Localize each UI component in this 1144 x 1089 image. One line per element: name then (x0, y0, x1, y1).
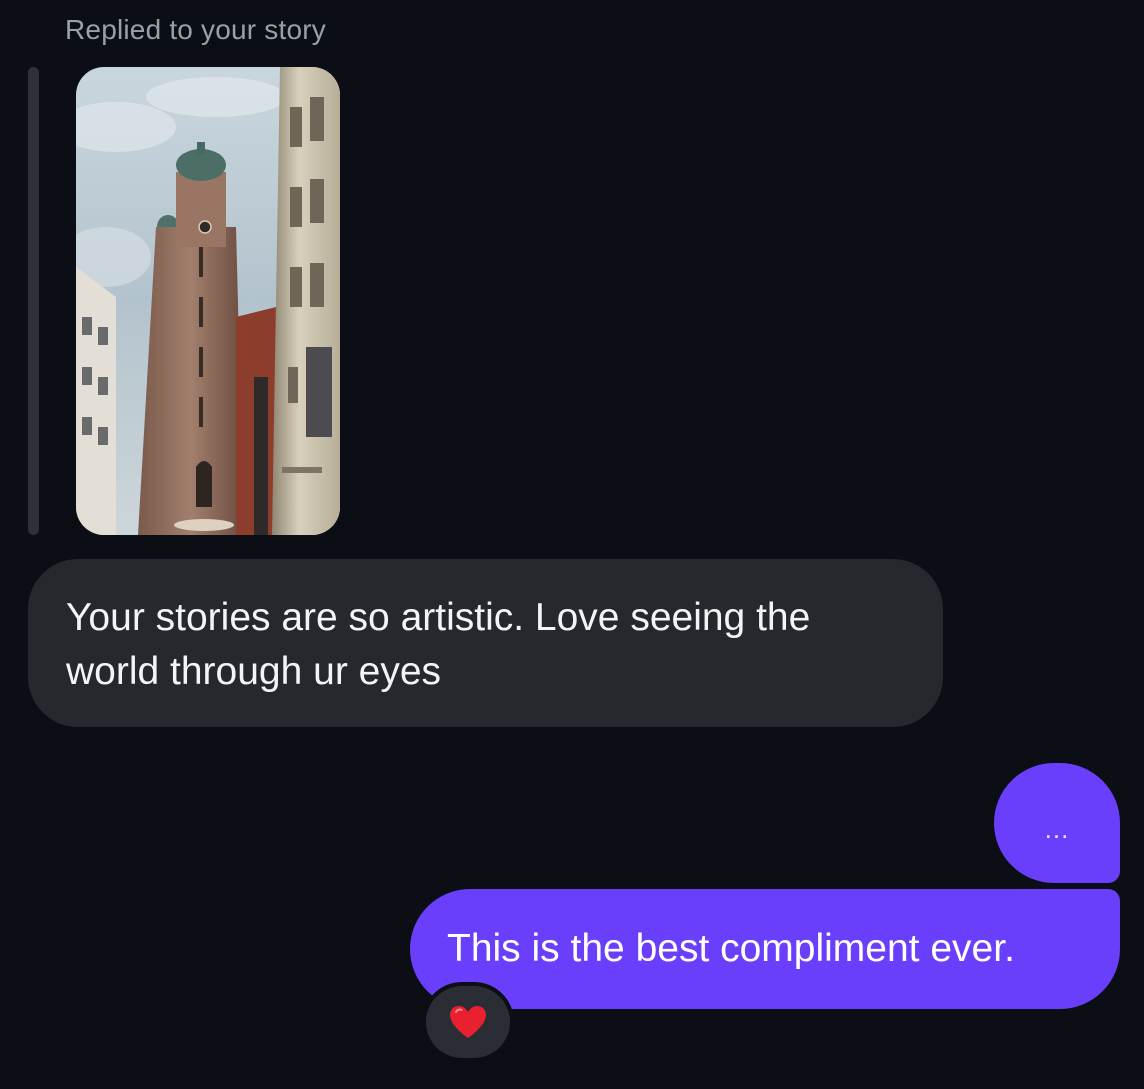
cathedral-photo (76, 67, 340, 535)
incoming-message-text: Your stories are so artistic. Love seein… (66, 596, 811, 693)
story-thumbnail[interactable] (76, 67, 340, 535)
outgoing-message-text: This is the best compliment ever. (447, 927, 1015, 970)
reaction-badge (422, 982, 514, 1062)
chat-thread: Replied to your story Your stories are s… (0, 0, 1144, 1089)
outgoing-message-bubble[interactable]: This is the best compliment ever. (410, 889, 1120, 1009)
reaction-button[interactable] (426, 986, 510, 1058)
ellipsis-text: ... (1044, 813, 1070, 844)
heart-icon (450, 1006, 486, 1038)
incoming-message-bubble[interactable]: Your stories are so artistic. Love seein… (28, 559, 943, 727)
story-reply-label: Replied to your story (65, 14, 326, 45)
reply-quote-bar (28, 67, 39, 535)
outgoing-message-bubble-ellipsis[interactable]: ... (994, 763, 1120, 883)
